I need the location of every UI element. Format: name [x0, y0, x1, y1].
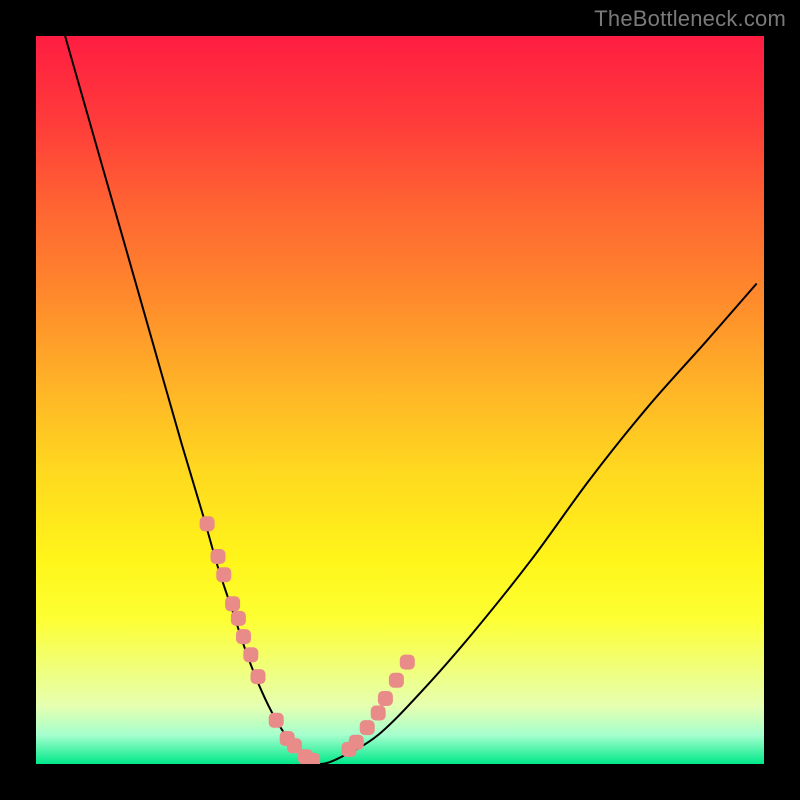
highlight-dot [200, 516, 215, 531]
chart-svg [36, 36, 764, 764]
highlight-dot [349, 735, 364, 750]
highlight-dot [371, 706, 386, 721]
watermark-text: TheBottleneck.com [594, 6, 786, 32]
highlight-dot [211, 549, 226, 564]
highlight-dot [360, 720, 375, 735]
highlight-dot [216, 567, 231, 582]
highlight-dot [225, 596, 240, 611]
highlight-dot [231, 611, 246, 626]
highlight-dot [378, 691, 393, 706]
highlight-dot [305, 753, 320, 764]
highlight-dot [236, 629, 251, 644]
plot-area [36, 36, 764, 764]
chart-frame: TheBottleneck.com [0, 0, 800, 800]
highlight-dot [389, 673, 404, 688]
highlight-dots [200, 516, 415, 764]
highlight-dot [400, 655, 415, 670]
highlight-dot [269, 713, 284, 728]
highlight-dot [251, 669, 266, 684]
highlight-dot [243, 647, 258, 662]
